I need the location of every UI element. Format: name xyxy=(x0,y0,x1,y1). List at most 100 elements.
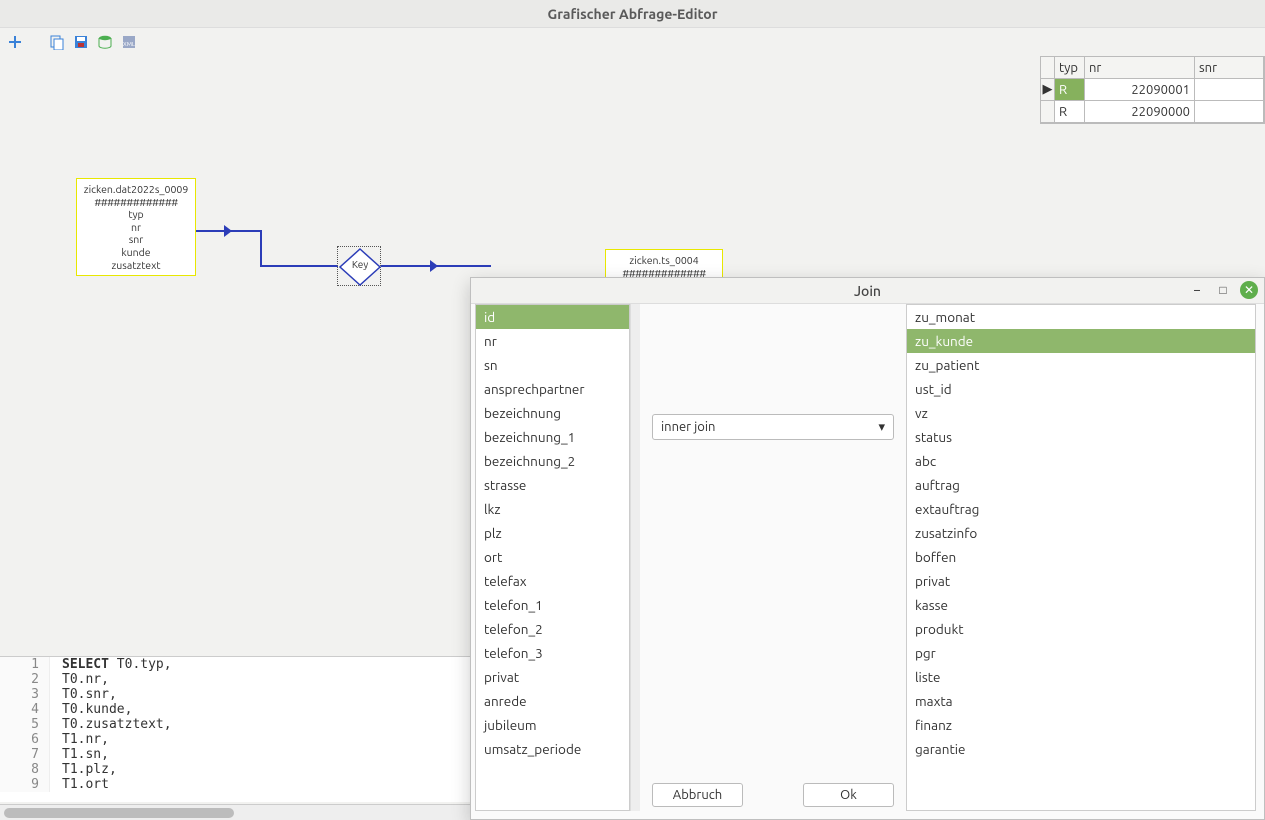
sql-code[interactable]: T1.sn, xyxy=(50,747,109,762)
list-item[interactable]: zu_kunde xyxy=(907,329,1255,353)
list-item[interactable]: kasse xyxy=(907,593,1255,617)
list-item[interactable]: ansprechpartner xyxy=(476,377,629,401)
list-item[interactable]: privat xyxy=(476,665,629,689)
col-header[interactable]: nr xyxy=(1085,57,1195,78)
line-number: 5 xyxy=(0,717,50,732)
row-indicator-icon: ▶ xyxy=(1041,79,1055,100)
list-item[interactable]: telefon_3 xyxy=(476,641,629,665)
sql-code[interactable]: T1.ort xyxy=(50,777,109,792)
cell[interactable]: 22090000 xyxy=(1085,101,1195,122)
entity2-name: zicken.ts_0004 xyxy=(612,254,716,267)
list-item[interactable]: anrede xyxy=(476,689,629,713)
svg-text:XML: XML xyxy=(123,41,135,48)
list-item[interactable]: garantie xyxy=(907,737,1255,761)
list-item[interactable]: jubileum xyxy=(476,713,629,737)
sql-code[interactable]: T0.zusatztext, xyxy=(50,717,172,732)
right-field-list[interactable]: zu_monatzu_kundezu_patientust_idvzstatus… xyxy=(906,304,1256,811)
list-item[interactable]: pgr xyxy=(907,641,1255,665)
entity1-field: zusatztext xyxy=(83,259,189,272)
sql-code[interactable]: T0.kunde, xyxy=(50,702,132,717)
key-node[interactable]: Key xyxy=(337,246,381,286)
join-type-select[interactable]: inner join ▾ xyxy=(652,414,894,440)
entity1-field: kunde xyxy=(83,246,189,259)
line-number: 6 xyxy=(0,732,50,747)
copy-icon[interactable] xyxy=(48,33,66,51)
cell[interactable]: 22090001 xyxy=(1085,79,1195,100)
scrollbar-thumb[interactable] xyxy=(4,808,234,818)
list-item[interactable]: strasse xyxy=(476,473,629,497)
list-item[interactable]: auftrag xyxy=(907,473,1255,497)
cell[interactable] xyxy=(1195,79,1264,100)
db-sql-icon[interactable] xyxy=(96,33,114,51)
join-center-pane: inner join ▾ Abbruch Ok xyxy=(652,304,894,811)
list-item[interactable]: telefax xyxy=(476,569,629,593)
scrollbar[interactable] xyxy=(630,304,640,811)
list-item[interactable]: boffen xyxy=(907,545,1255,569)
table-row[interactable]: ▶ R 22090001 xyxy=(1041,79,1264,101)
list-item[interactable]: bezeichnung_1 xyxy=(476,425,629,449)
line-number: 2 xyxy=(0,672,50,687)
left-field-list[interactable]: idnrsnansprechpartnerbezeichnungbezeichn… xyxy=(475,304,630,811)
cell[interactable]: R xyxy=(1055,101,1085,122)
ok-button[interactable]: Ok xyxy=(803,783,894,807)
list-item[interactable]: ust_id xyxy=(907,377,1255,401)
list-item[interactable]: id xyxy=(476,305,629,329)
list-item[interactable]: privat xyxy=(907,569,1255,593)
results-grid[interactable]: typ nr snr ▶ R 22090001 R 22090000 xyxy=(1040,56,1265,124)
list-item[interactable]: zusatzinfo xyxy=(907,521,1255,545)
connector xyxy=(232,230,262,232)
ok-button-label: Ok xyxy=(840,788,857,802)
list-item[interactable]: umsatz_periode xyxy=(476,737,629,761)
cell[interactable] xyxy=(1195,101,1264,122)
col-header[interactable]: typ xyxy=(1055,57,1085,78)
minimize-icon[interactable]: – xyxy=(1188,281,1206,299)
list-item[interactable]: plz xyxy=(476,521,629,545)
list-item[interactable]: telefon_1 xyxy=(476,593,629,617)
grid-corner xyxy=(1041,57,1055,78)
sql-code[interactable]: T0.nr, xyxy=(50,672,109,687)
cell[interactable]: R xyxy=(1055,79,1085,100)
list-item[interactable]: liste xyxy=(907,665,1255,689)
grid-header-row: typ nr snr xyxy=(1041,57,1264,79)
list-item[interactable]: zu_monat xyxy=(907,305,1255,329)
line-number: 1 xyxy=(0,657,50,672)
list-item[interactable]: abc xyxy=(907,449,1255,473)
list-item[interactable]: lkz xyxy=(476,497,629,521)
list-item[interactable]: nr xyxy=(476,329,629,353)
list-item[interactable]: finanz xyxy=(907,713,1255,737)
list-item[interactable]: telefon_2 xyxy=(476,617,629,641)
add-icon[interactable] xyxy=(6,33,24,51)
arrow-icon xyxy=(430,260,440,272)
key-label: Key xyxy=(338,259,382,270)
save-icon[interactable] xyxy=(72,33,90,51)
line-number: 8 xyxy=(0,762,50,777)
list-item[interactable]: zu_patient xyxy=(907,353,1255,377)
table-row[interactable]: R 22090000 xyxy=(1041,101,1264,123)
sql-code[interactable]: T1.nr, xyxy=(50,732,109,747)
line-number: 4 xyxy=(0,702,50,717)
dialog-title: Join xyxy=(854,283,881,299)
list-item[interactable]: produkt xyxy=(907,617,1255,641)
sql-code[interactable]: T1.plz, xyxy=(50,762,117,777)
line-number: 7 xyxy=(0,747,50,762)
entity-box-1[interactable]: zicken.dat2022s_0009 ############# typ n… xyxy=(76,178,196,276)
sql-code[interactable]: SELECT T0.typ, xyxy=(50,657,172,672)
export-xml-icon[interactable]: XML xyxy=(120,33,138,51)
list-item[interactable]: vz xyxy=(907,401,1255,425)
list-item[interactable]: extauftrag xyxy=(907,497,1255,521)
join-type-value: inner join xyxy=(661,420,715,434)
dialog-titlebar[interactable]: Join – □ ✕ xyxy=(471,278,1264,304)
line-number: 3 xyxy=(0,687,50,702)
cancel-button[interactable]: Abbruch xyxy=(652,783,743,807)
maximize-icon[interactable]: □ xyxy=(1214,281,1232,299)
list-item[interactable]: ort xyxy=(476,545,629,569)
list-item[interactable]: sn xyxy=(476,353,629,377)
entity1-field: nr xyxy=(83,221,189,234)
col-header[interactable]: snr xyxy=(1195,57,1264,78)
list-item[interactable]: bezeichnung xyxy=(476,401,629,425)
list-item[interactable]: maxta xyxy=(907,689,1255,713)
list-item[interactable]: bezeichnung_2 xyxy=(476,449,629,473)
sql-code[interactable]: T0.snr, xyxy=(50,687,117,702)
list-item[interactable]: status xyxy=(907,425,1255,449)
close-icon[interactable]: ✕ xyxy=(1240,281,1258,299)
